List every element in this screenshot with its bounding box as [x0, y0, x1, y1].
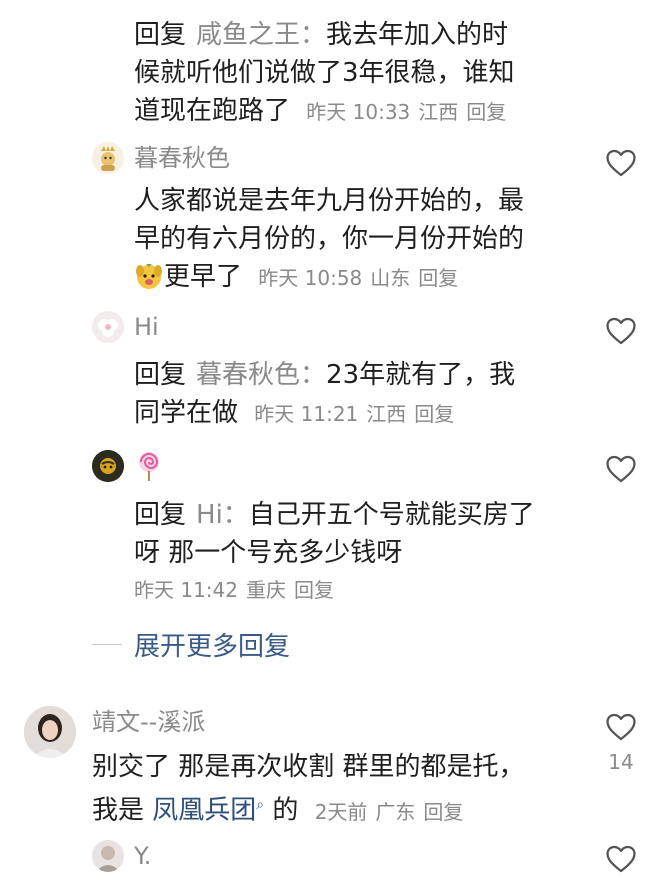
- comment-username[interactable]: [134, 450, 164, 489]
- comment-text: 23年就有了，我: [326, 360, 516, 390]
- comment-meta: 昨天 11:21 江西 回复: [254, 402, 462, 426]
- heart-outline-icon[interactable]: [604, 452, 638, 486]
- comment-text: 早的有六月份的，你一月份开始的: [134, 224, 525, 254]
- dog-face-emoji-icon: [136, 264, 162, 289]
- reply-button[interactable]: 回复: [466, 100, 506, 124]
- avatar-image: [92, 840, 124, 872]
- reply-comment-1: 回复 咸鱼之王：我去年加入的时 候就听他们说做了3年很稳，谁知 道现在跑路了 昨天…: [134, 16, 604, 131]
- comment-text: 呀 那一个号充多少钱呀: [134, 538, 403, 568]
- comment-text: 自己开五个号就能买房了: [248, 500, 535, 530]
- comment-body: 回复 Hi：自己开五个号就能买房了 呀 那一个号充多少钱呀 昨天 11:42 重庆回…: [134, 496, 604, 608]
- heart-outline-icon[interactable]: [604, 842, 638, 876]
- comment-username[interactable]: 暮春秋色: [134, 143, 230, 173]
- reply-button[interactable]: 回复: [294, 578, 334, 602]
- reply-label: 回复: [134, 360, 187, 390]
- comment-meta: 2天前 广东 回复: [315, 800, 472, 824]
- comment-body: 别交了 那是再次收割 群里的都是托， 我是 凤凰兵团⌕ 的 2天前 广东 回复: [92, 748, 592, 831]
- mention-username[interactable]: 咸鱼之王：: [196, 20, 326, 50]
- reply-label: 回复: [134, 500, 187, 530]
- comment-body: 回复 暮春秋色：23年就有了，我 同学在做 昨天 11:21 江西 回复: [134, 356, 604, 433]
- avatar[interactable]: [92, 311, 124, 343]
- avatar[interactable]: [92, 840, 124, 872]
- avatar[interactable]: [92, 450, 124, 482]
- comment-region: 山东: [370, 266, 411, 290]
- comment-time: 昨天 10:33: [306, 100, 411, 124]
- reply-button[interactable]: 回复: [423, 800, 463, 824]
- comment-body: 人家都说是去年九月份开始的，最 早的有六月份的，你一月份开始的 更早了 昨天 1…: [134, 182, 604, 297]
- comment-time: 昨天 10:58: [258, 266, 363, 290]
- comment-username[interactable]: 靖文--溪派: [92, 707, 205, 737]
- comment-text: 别交了 那是再次收割 群里的都是托，: [92, 752, 525, 782]
- heart-outline-icon[interactable]: [604, 710, 638, 744]
- like-count: 14: [608, 750, 634, 774]
- comment-region: 重庆: [246, 578, 286, 602]
- mention-username[interactable]: Hi：: [196, 500, 249, 530]
- comment-thread: 回复 咸鱼之王：我去年加入的时 候就听他们说做了3年很稳，谁知 道现在跑路了 昨天…: [0, 0, 660, 880]
- comment-text: 我是: [92, 795, 145, 826]
- comment-text: 同学在做: [134, 398, 239, 428]
- comment-text: 的: [272, 795, 299, 826]
- mention-username[interactable]: 暮春秋色：: [196, 360, 326, 390]
- comment-time: 昨天 11:21: [254, 402, 359, 426]
- comment-text: 候就听他们说做了3年很稳，谁知: [134, 58, 515, 88]
- divider: [92, 644, 122, 645]
- comment-meta: 昨天 10:58 山东 回复: [258, 266, 466, 290]
- expand-more-replies-button[interactable]: 展开更多回复: [134, 626, 290, 663]
- comment-time: 昨天 11:42: [134, 578, 238, 602]
- comment-meta: 昨天 11:42 重庆 回复: [134, 572, 604, 608]
- comment-username[interactable]: Y.: [134, 841, 151, 871]
- heart-outline-icon[interactable]: [604, 146, 638, 180]
- group-link[interactable]: 凤凰兵团: [152, 796, 256, 826]
- avatar-image: [24, 706, 76, 758]
- comment-time: 2天前: [314, 799, 368, 824]
- comment-meta: 昨天 10:33 江西 回复: [306, 100, 514, 124]
- comment-text: 人家都说是去年九月份开始的，最: [134, 186, 525, 216]
- comment-text: 道现在跑路了: [134, 96, 291, 126]
- avatar-image: [92, 311, 124, 343]
- comment-text: 更早了: [164, 262, 243, 292]
- avatar-image: [92, 450, 124, 482]
- comment-text: 我去年加入的时: [326, 20, 509, 50]
- search-mini-icon[interactable]: ⌕: [256, 797, 264, 813]
- avatar[interactable]: [24, 706, 76, 758]
- comment-username[interactable]: Hi: [134, 312, 159, 342]
- reply-label: 回复: [134, 20, 187, 50]
- lollipop-icon: [139, 452, 159, 481]
- reply-button[interactable]: 回复: [414, 402, 454, 426]
- comment-region: 广东: [375, 799, 416, 824]
- heart-outline-icon[interactable]: [604, 314, 638, 348]
- avatar[interactable]: [92, 142, 124, 174]
- reply-button[interactable]: 回复: [418, 266, 458, 290]
- comment-region: 江西: [418, 100, 459, 124]
- comment-region: 江西: [366, 402, 407, 426]
- avatar-image: [92, 142, 124, 174]
